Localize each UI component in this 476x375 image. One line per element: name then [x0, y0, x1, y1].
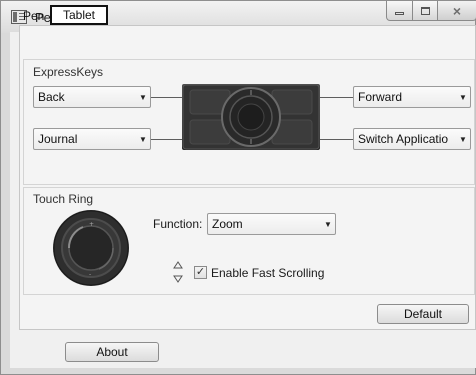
- touch-ring-illustration: + -: [53, 210, 129, 286]
- maximize-button[interactable]: [412, 1, 438, 21]
- connector-line: [151, 139, 182, 140]
- tab-tablet[interactable]: Tablet: [50, 5, 108, 25]
- scroll-updown-icon: [173, 261, 183, 283]
- default-button[interactable]: Default: [377, 304, 469, 324]
- expresskey-bottom-left-value: Journal: [38, 132, 78, 146]
- checkmark-icon: ✓: [195, 266, 206, 278]
- close-button[interactable]: ×: [437, 1, 476, 21]
- tab-pen-label: Pen: [23, 9, 45, 23]
- expresskey-bottom-left-dropdown[interactable]: Journal ▼: [33, 128, 151, 150]
- tab-pen[interactable]: Pen: [23, 8, 44, 27]
- chevron-down-icon: ▼: [459, 134, 467, 144]
- default-button-label: Default: [403, 307, 443, 321]
- touch-ring-group-label: Touch Ring: [33, 192, 94, 206]
- chevron-down-icon: ▼: [139, 134, 147, 144]
- connector-line: [320, 97, 353, 98]
- minimize-button[interactable]: [386, 1, 413, 21]
- about-button[interactable]: About: [65, 342, 159, 362]
- expresskeys-group-label: ExpressKeys: [33, 65, 104, 79]
- connector-line: [320, 139, 353, 140]
- expresskey-top-right-value: Forward: [358, 90, 403, 104]
- touch-ring-function-value: Zoom: [212, 217, 243, 231]
- tab-tablet-label: Tablet: [62, 8, 96, 22]
- tablet-pad-graphic: [182, 84, 320, 150]
- chevron-down-icon: ▼: [139, 92, 147, 102]
- chevron-down-icon: ▼: [324, 219, 332, 229]
- expresskey-bottom-right-value: Switch Applicatio: [358, 132, 449, 146]
- enable-fast-scrolling-checkbox[interactable]: ✓: [194, 266, 207, 279]
- maximize-icon: [420, 6, 430, 15]
- connector-line: [151, 97, 182, 98]
- svg-text:-: -: [89, 271, 91, 278]
- pen-tablet-window: Pen Tablet × Pen Tablet ExpressKeys Back…: [0, 0, 476, 375]
- touch-ring-function-dropdown[interactable]: Zoom ▼: [207, 213, 336, 235]
- close-icon: ×: [452, 2, 462, 19]
- about-button-label: About: [96, 345, 128, 359]
- expresskey-bottom-right-dropdown[interactable]: Switch Applicatio ▼: [353, 128, 471, 150]
- minimize-icon: [395, 12, 404, 15]
- svg-text:+: +: [89, 221, 94, 228]
- touch-ring-graphic: + -: [53, 210, 129, 286]
- chevron-down-icon: ▼: [459, 92, 467, 102]
- touch-ring-function-label: Function:: [153, 217, 203, 231]
- tablet-express-pad-illustration: [182, 84, 320, 150]
- enable-fast-scrolling-label[interactable]: Enable Fast Scrolling: [211, 266, 324, 280]
- expresskey-top-left-dropdown[interactable]: Back ▼: [33, 86, 151, 108]
- expresskey-top-right-dropdown[interactable]: Forward ▼: [353, 86, 471, 108]
- expresskey-top-left-value: Back: [38, 90, 65, 104]
